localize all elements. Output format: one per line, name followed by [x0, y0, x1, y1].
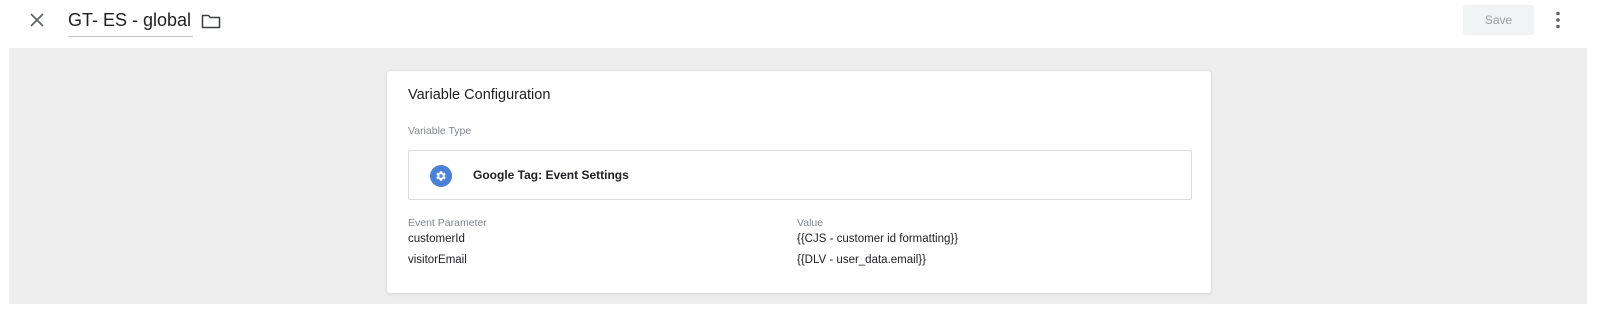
parameter-name: customerId: [408, 233, 465, 245]
table-row: visitorEmail {{DLV - user_data.email}}: [408, 254, 1192, 275]
variable-type-selector[interactable]: Google Tag: Event Settings: [408, 150, 1192, 200]
title-field[interactable]: GT- ES - global: [68, 8, 194, 37]
variable-name: GT- ES - global: [68, 10, 192, 30]
variable-type-label: Variable Type: [408, 125, 472, 137]
folder-icon: [201, 14, 221, 29]
header-value: Value: [797, 217, 824, 229]
parameter-value: {{DLV - user_data.email}}: [797, 254, 926, 266]
more-vert-icon: [1556, 11, 1560, 29]
card-title: Variable Configuration: [408, 87, 551, 103]
variable-configuration-card: Variable Configuration Variable Type Goo…: [386, 70, 1212, 294]
table-header-row: Event Parameter Value: [408, 217, 1192, 233]
top-bar: GT- ES - global Save: [0, 0, 1600, 46]
folder-button[interactable]: [199, 9, 223, 33]
event-parameters-table: Event Parameter Value customerId {{CJS -…: [408, 217, 1192, 275]
close-button[interactable]: [24, 7, 50, 33]
save-button[interactable]: Save: [1463, 5, 1534, 35]
more-options-button[interactable]: [1548, 6, 1568, 34]
header-event-parameter: Event Parameter: [408, 217, 487, 229]
parameter-value: {{CJS - customer id formatting}}: [797, 233, 959, 245]
table-row: customerId {{CJS - customer id formattin…: [408, 233, 1192, 254]
parameter-name: visitorEmail: [408, 254, 467, 266]
variable-type-name: Google Tag: Event Settings: [473, 168, 629, 182]
close-icon: [30, 13, 44, 27]
gear-icon: [430, 165, 452, 187]
